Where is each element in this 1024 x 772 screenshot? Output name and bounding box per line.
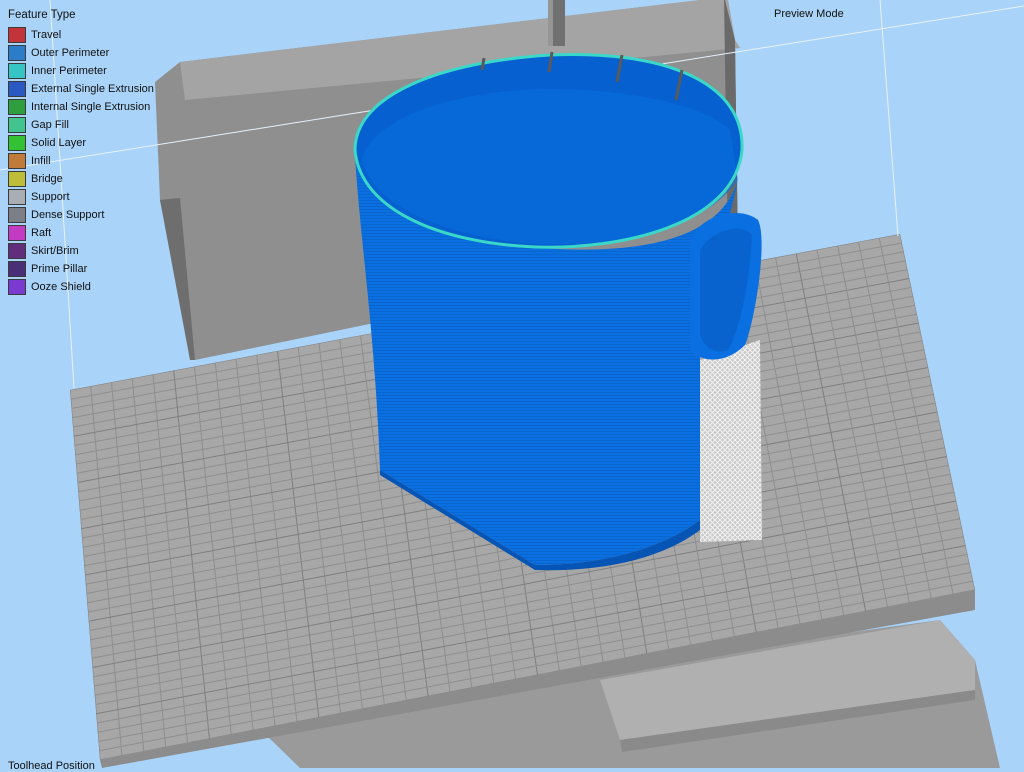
legend-item-infill[interactable]: Infill bbox=[8, 152, 154, 170]
legend-item-label: Internal Single Extrusion bbox=[31, 101, 151, 113]
legend-item-label: Raft bbox=[31, 227, 52, 239]
support-structure bbox=[700, 340, 762, 542]
legend-item-label: Travel bbox=[31, 29, 62, 41]
legend-item-label: External Single Extrusion bbox=[31, 83, 154, 95]
legend-color-swatch bbox=[8, 279, 26, 295]
feature-type-legend: Feature Type Travel Outer Perimeter Inner … bbox=[8, 8, 154, 296]
legend-color-swatch bbox=[8, 171, 26, 187]
legend-item-label: Ooze Shield bbox=[31, 281, 91, 293]
legend-color-swatch bbox=[8, 189, 26, 205]
legend-item-label: Infill bbox=[31, 155, 51, 167]
legend-title: Feature Type bbox=[8, 9, 76, 21]
legend-item-bridge[interactable]: Bridge bbox=[8, 170, 154, 188]
mug-model[interactable] bbox=[353, 51, 762, 571]
toolhead-position-label: Toolhead Position bbox=[8, 760, 95, 772]
legend-item-solid-layer[interactable]: Solid Layer bbox=[8, 134, 154, 152]
legend-item-support[interactable]: Support bbox=[8, 188, 154, 206]
legend-item-skirt-brim[interactable]: Skirt/Brim bbox=[8, 242, 154, 260]
legend-item-label: Skirt/Brim bbox=[31, 245, 79, 257]
legend-color-swatch bbox=[8, 243, 26, 259]
legend-item-label: Prime Pillar bbox=[31, 263, 88, 275]
legend-item-internal-single-extrusion[interactable]: Internal Single Extrusion bbox=[8, 98, 154, 116]
legend-color-swatch bbox=[8, 63, 26, 79]
legend-color-swatch bbox=[8, 117, 26, 133]
legend-item-external-single-extrusion[interactable]: External Single Extrusion bbox=[8, 80, 154, 98]
legend-color-swatch bbox=[8, 261, 26, 277]
legend-item-dense-support[interactable]: Dense Support bbox=[8, 206, 154, 224]
legend-color-swatch bbox=[8, 45, 26, 61]
legend-item-inner-perimeter[interactable]: Inner Perimeter bbox=[8, 62, 154, 80]
legend-item-outer-perimeter[interactable]: Outer Perimeter bbox=[8, 44, 154, 62]
legend-item-label: Solid Layer bbox=[31, 137, 87, 149]
legend-item-travel[interactable]: Travel bbox=[8, 26, 154, 44]
legend-color-swatch bbox=[8, 135, 26, 151]
legend-item-prime-pillar[interactable]: Prime Pillar bbox=[8, 260, 154, 278]
legend-item-gap-fill[interactable]: Gap Fill bbox=[8, 116, 154, 134]
legend-color-swatch bbox=[8, 27, 26, 43]
legend-color-swatch bbox=[8, 99, 26, 115]
legend-item-label: Support bbox=[31, 191, 70, 203]
legend-item-label: Inner Perimeter bbox=[31, 65, 107, 77]
legend-color-swatch bbox=[8, 225, 26, 241]
legend-item-ooze-shield[interactable]: Ooze Shield bbox=[8, 278, 154, 296]
legend-item-label: Gap Fill bbox=[31, 119, 69, 131]
legend-color-swatch bbox=[8, 207, 26, 223]
legend-color-swatch bbox=[8, 153, 26, 169]
preview-mode-label: Preview Mode bbox=[774, 8, 844, 20]
legend-item-label: Bridge bbox=[31, 173, 63, 185]
legend-color-swatch bbox=[8, 81, 26, 97]
legend-item-label: Dense Support bbox=[31, 209, 105, 221]
legend-item-raft[interactable]: Raft bbox=[8, 224, 154, 242]
legend-item-label: Outer Perimeter bbox=[31, 47, 110, 59]
